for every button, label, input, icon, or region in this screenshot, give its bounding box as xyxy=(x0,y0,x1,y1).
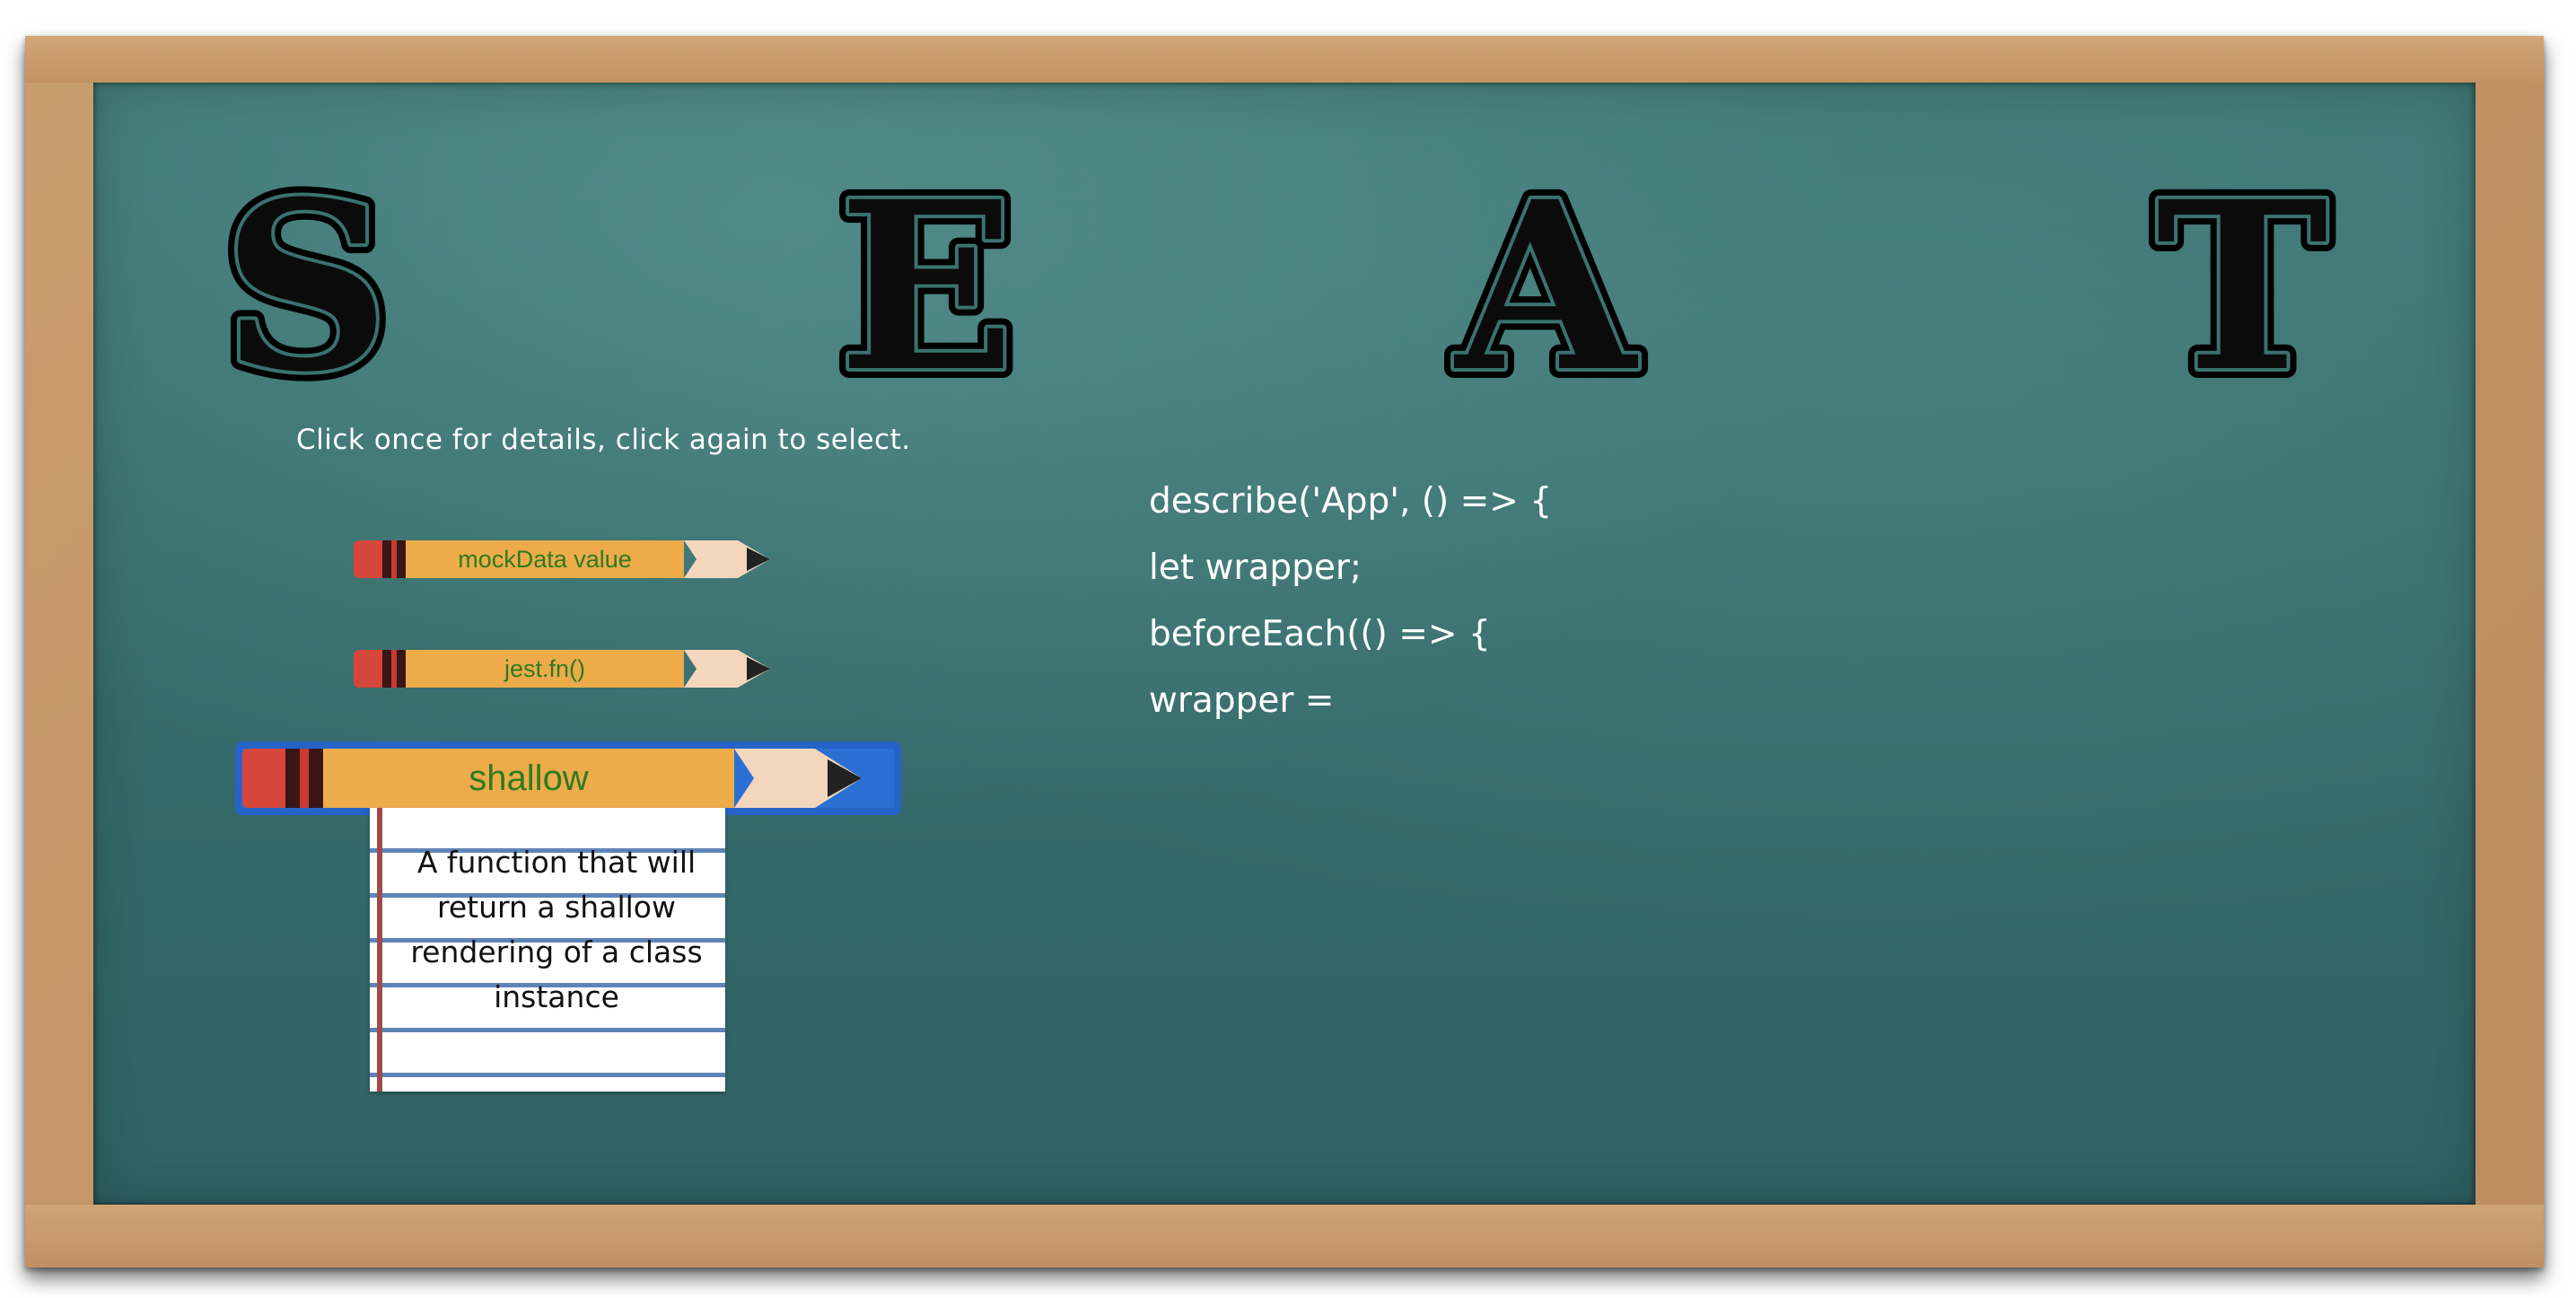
details-notepad: A function that will return a shallow re… xyxy=(370,808,725,1092)
pencil-eraser xyxy=(354,540,382,578)
svg-text:T: T xyxy=(2156,151,2328,388)
pencil-band xyxy=(309,749,323,808)
details-text: A function that will return a shallow re… xyxy=(410,845,703,1014)
option-pencil-jest-fn[interactable]: jest.fn() xyxy=(354,650,770,688)
code-line: let wrapper; xyxy=(1149,548,1362,588)
pencil-tip xyxy=(734,749,862,808)
frame-bottom xyxy=(25,1205,2544,1267)
pencil-label: mockData value xyxy=(406,540,684,578)
pencil-band xyxy=(397,540,406,578)
option-pencil-shallow[interactable]: shallow xyxy=(242,749,862,808)
title-letter-s: S S S xyxy=(213,141,399,388)
option-pencil-mockdata[interactable]: mockData value xyxy=(354,540,770,578)
chalkboard-frame: S S S E E E A A A T T T Click once for d… xyxy=(25,36,2544,1267)
pencil-band xyxy=(382,540,391,578)
svg-text:S: S xyxy=(223,151,390,388)
pencil-tip xyxy=(684,540,770,578)
pencil-eraser xyxy=(354,650,382,688)
pencil-band xyxy=(397,650,406,688)
pencil-band xyxy=(382,650,391,688)
frame-top xyxy=(25,36,2544,83)
notepad-margin-line xyxy=(377,808,382,1092)
code-line: wrapper = xyxy=(1149,680,1335,721)
title-letter-a: A A A xyxy=(1442,141,1651,388)
pencil-tip xyxy=(684,650,770,688)
svg-text:E: E xyxy=(838,151,1015,388)
title-letters: S S S E E E A A A T T T xyxy=(213,141,2338,388)
chalkboard: S S S E E E A A A T T T Click once for d… xyxy=(93,83,2475,1205)
app-stage: S S S E E E A A A T T T Click once for d… xyxy=(0,0,2576,1298)
title-letter-e: E E E xyxy=(828,141,1025,388)
title-letter-t: T T T xyxy=(2146,141,2338,388)
pencil-band xyxy=(285,749,300,808)
code-line: beforeEach(() => { xyxy=(1149,614,1491,654)
pencil-eraser xyxy=(242,749,285,808)
code-line: describe('App', () => { xyxy=(1149,481,1553,522)
pencil-label: shallow xyxy=(323,749,734,808)
pencil-label: jest.fn() xyxy=(406,650,684,688)
svg-text:A: A xyxy=(1452,151,1641,388)
pencil-band xyxy=(300,749,309,808)
instructions-text: Click once for details, click again to s… xyxy=(296,424,911,456)
code-block: describe('App', () => { let wrapper; bef… xyxy=(1149,469,1552,734)
